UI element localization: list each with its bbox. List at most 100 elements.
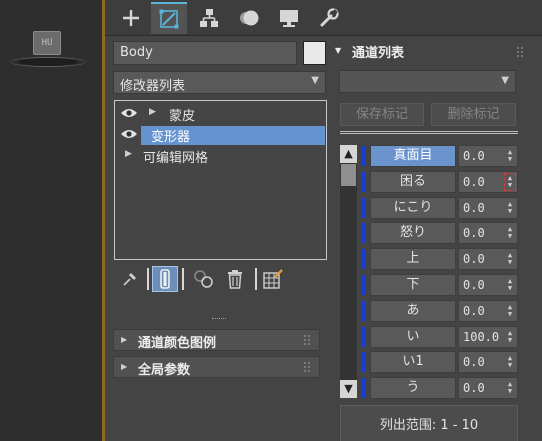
channel-color-bar <box>361 327 365 347</box>
spinner-arrows-icon[interactable]: ▲ ▼ <box>506 381 514 395</box>
drag-grip-icon[interactable] <box>303 334 311 346</box>
channel-name-button[interactable]: あ <box>370 300 456 322</box>
channel-name-button[interactable]: い <box>370 326 456 348</box>
rollout-global-params[interactable]: ▶ 全局参数 <box>113 356 320 378</box>
channel-value: 0.0 <box>463 304 485 318</box>
channel-value-spinner[interactable]: 0.0 ▲ ▼ <box>458 377 518 399</box>
chevron-down-icon: ▼ <box>311 75 319 86</box>
rollout-title: 通道颜色图例 <box>138 336 217 351</box>
delete-marker-button[interactable]: 删除标记 <box>431 103 516 126</box>
channel-value-spinner[interactable]: 0.0 ▲ ▼ <box>458 248 518 270</box>
panel-resize-grip[interactable] <box>212 318 226 320</box>
make-unique-button[interactable] <box>191 266 217 292</box>
spinner-arrows-icon[interactable]: ▲ ▼ <box>506 201 514 215</box>
object-name-field[interactable]: Body <box>113 41 297 65</box>
stack-item-label: 可编辑网格 <box>143 151 209 166</box>
remove-modifier-button[interactable] <box>222 266 248 292</box>
channel-value-spinner[interactable]: 0.0 ▲ ▼ <box>458 351 518 373</box>
spinner-arrows-icon[interactable]: ▲ ▼ <box>506 278 514 292</box>
spinner-arrows-icon[interactable]: ▲ ▼ <box>506 226 514 240</box>
scrollbar-thumb[interactable] <box>341 164 356 186</box>
modifier-list-dropdown[interactable]: 修改器列表 ▼ <box>113 71 326 94</box>
rollout-channel-list[interactable]: ▼ 通道列表 <box>334 41 524 63</box>
channel-list-divider <box>340 131 518 134</box>
channel-value: 0.0 <box>463 226 485 240</box>
rollout-title: 全局参数 <box>138 363 191 378</box>
chevron-down-icon: ▼ <box>501 75 509 86</box>
channel-row: う 0.0 ▲ ▼ <box>361 377 519 399</box>
channel-name-button[interactable]: 怒り <box>370 222 456 244</box>
channel-list-scrollbar[interactable]: ▲ ▼ <box>340 145 357 398</box>
channel-name-button[interactable]: 真面目 <box>370 145 456 167</box>
expand-arrow-icon[interactable]: ▶ <box>125 149 132 159</box>
channel-value-spinner[interactable]: 0.0 ▲ ▼ <box>458 274 518 296</box>
scroll-up-icon[interactable]: ▲ <box>340 145 357 163</box>
drag-grip-icon[interactable] <box>516 46 524 58</box>
marker-dropdown[interactable]: ▼ <box>339 70 516 93</box>
modifier-stack[interactable]: ▶ 蒙皮 变形器 ▶ 可编辑网格 <box>114 100 327 260</box>
command-panel-tabs <box>105 0 542 36</box>
spinner-arrows-icon[interactable]: ▲ ▼ <box>506 355 514 369</box>
stack-item-editable-mesh[interactable]: ▶ 可编辑网格 <box>116 145 325 166</box>
pin-stack-button[interactable] <box>117 266 143 292</box>
channel-color-bar <box>361 223 365 243</box>
channel-name-button[interactable]: 困る <box>370 171 456 193</box>
tab-hierarchy[interactable] <box>191 2 227 34</box>
tab-display[interactable] <box>271 2 307 34</box>
tab-create[interactable] <box>113 2 149 34</box>
channel-value-spinner[interactable]: 0.0 ▲ ▼ <box>458 145 518 167</box>
spinner-arrows-icon[interactable]: ▲ ▼ <box>506 330 514 344</box>
stack-item-morpher[interactable]: 变形器 <box>116 124 325 145</box>
tab-modify[interactable] <box>151 2 187 34</box>
viewport[interactable]: HU <box>0 0 102 441</box>
channel-row: 上 0.0 ▲ ▼ <box>361 248 519 270</box>
channel-name-button[interactable]: 上 <box>370 248 456 270</box>
object-color-swatch[interactable] <box>303 41 326 65</box>
channel-value-spinner[interactable]: 0.0 ▲ ▼ <box>458 300 518 322</box>
channel-value-spinner[interactable]: 100.0 ▲ ▼ <box>458 326 518 348</box>
channel-value-spinner[interactable]: 0.0 ▲ ▼ <box>458 171 518 193</box>
viewport-object[interactable]: HU <box>33 31 61 55</box>
channel-name-button[interactable]: う <box>370 377 456 399</box>
channel-value-spinner[interactable]: 0.0 ▲ ▼ <box>458 222 518 244</box>
channel-color-bar <box>361 198 365 218</box>
stack-item-label: 蒙皮 <box>169 109 196 124</box>
show-end-result-button[interactable] <box>152 266 178 292</box>
channel-row: 怒り 0.0 ▲ ▼ <box>361 222 519 244</box>
channel-row: 下 0.0 ▲ ▼ <box>361 274 519 296</box>
eye-icon[interactable] <box>120 106 138 120</box>
end-result-icon <box>160 269 170 289</box>
expand-arrow-icon[interactable]: ▶ <box>149 107 156 117</box>
hierarchy-icon <box>200 9 218 27</box>
tab-utilities[interactable] <box>311 2 347 34</box>
channel-row: い1 0.0 ▲ ▼ <box>361 351 519 373</box>
eye-icon[interactable] <box>120 127 138 141</box>
save-marker-button[interactable]: 保存标记 <box>340 103 424 126</box>
spinner-arrows-icon[interactable]: ▲ ▼ <box>506 252 514 266</box>
stack-item-skin[interactable]: ▶ 蒙皮 <box>116 103 325 124</box>
tab-motion[interactable] <box>231 2 267 34</box>
channel-value: 0.0 <box>463 252 485 266</box>
spinner-arrows-icon[interactable]: ▲ ▼ <box>506 149 514 163</box>
channel-name-button[interactable]: い1 <box>370 351 456 373</box>
configure-modifier-sets-button[interactable] <box>260 266 286 292</box>
list-range-label: 列出范围: 1 - 10 <box>340 405 518 441</box>
drag-grip-icon[interactable] <box>303 361 311 373</box>
spinner-arrows-icon[interactable]: ▲ ▼ <box>504 173 516 191</box>
rollout-title: 通道列表 <box>352 46 405 61</box>
channel-name-button[interactable]: にこり <box>370 197 456 219</box>
rollout-channel-color-legend[interactable]: ▶ 通道颜色图例 <box>113 329 320 351</box>
channel-value: 0.0 <box>463 278 485 292</box>
trash-icon <box>228 270 242 289</box>
scroll-down-icon[interactable]: ▼ <box>340 380 357 398</box>
channel-value: 0.0 <box>463 381 485 395</box>
spinner-arrows-icon[interactable]: ▲ ▼ <box>506 304 514 318</box>
channel-value-spinner[interactable]: 0.0 ▲ ▼ <box>458 197 518 219</box>
expand-arrow-icon: ▶ <box>121 335 128 344</box>
channel-color-bar <box>361 275 365 295</box>
channel-value: 100.0 <box>463 330 500 344</box>
channel-row: 困る 0.0 ▲ ▼ <box>361 171 519 193</box>
channel-color-bar <box>361 172 365 192</box>
channel-name-button[interactable]: 下 <box>370 274 456 296</box>
pin-icon <box>123 273 136 286</box>
